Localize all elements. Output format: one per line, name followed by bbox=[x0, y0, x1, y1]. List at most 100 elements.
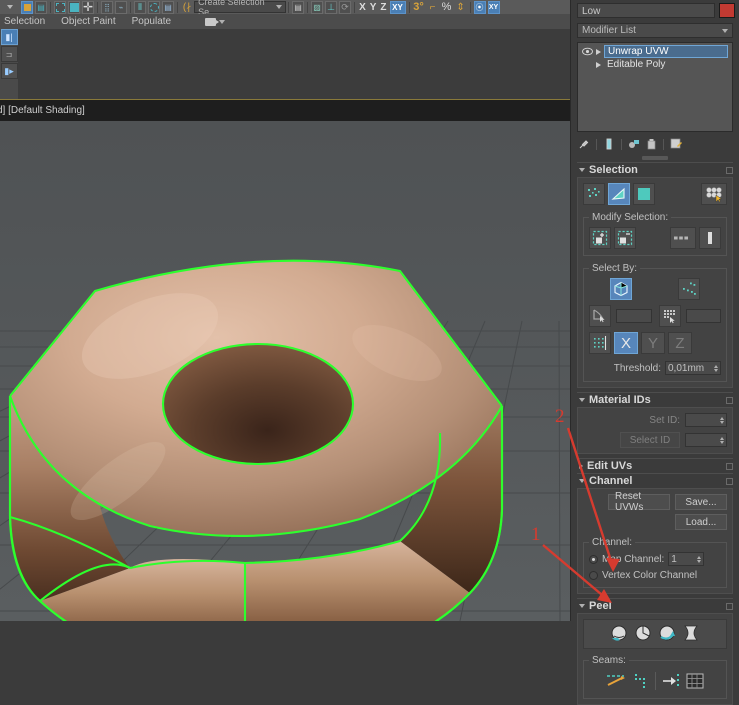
layer-manager-icon[interactable]: ▤ bbox=[162, 1, 174, 14]
rollout-peel-header[interactable]: Peel bbox=[577, 598, 733, 613]
xy-snap-toggle-icon[interactable]: XY bbox=[488, 1, 500, 14]
select-by-smoothing-group-icon[interactable] bbox=[659, 305, 681, 327]
edge-icon[interactable] bbox=[608, 183, 630, 205]
stack-item-editable-poly[interactable]: Editable Poly bbox=[580, 58, 730, 71]
remove-modifier-icon[interactable] bbox=[644, 137, 658, 151]
select-id-spinner[interactable] bbox=[685, 433, 727, 447]
modifier-stack[interactable]: Unwrap UVW Editable Poly bbox=[577, 42, 733, 132]
ring-selection-icon[interactable] bbox=[699, 227, 721, 249]
spinner-snap-icon[interactable]: ⌐ bbox=[427, 1, 439, 14]
stack-item-unwrap-uvw[interactable]: Unwrap UVW bbox=[580, 45, 730, 58]
viewport[interactable]: ▮| ⊐ ▮▸ d] [Default Shading] bbox=[0, 29, 570, 621]
planar-angle-icon[interactable] bbox=[589, 332, 611, 354]
angle-snap-icon[interactable]: ⌁ bbox=[115, 1, 127, 14]
panel-drag-handle[interactable] bbox=[642, 156, 668, 160]
select-by-element-icon[interactable] bbox=[701, 183, 727, 205]
render-production-icon[interactable]: ⟳ bbox=[339, 1, 351, 14]
selection-set-combo[interactable]: Create Selection Se bbox=[194, 1, 286, 13]
edge-sel-to-seams-icon[interactable] bbox=[605, 670, 627, 692]
mirror-icon[interactable]: ⫴ bbox=[134, 1, 146, 14]
eye-icon[interactable] bbox=[582, 47, 593, 56]
face-icon[interactable] bbox=[633, 183, 655, 205]
paint-deform-icon[interactable]: ▮▸ bbox=[1, 63, 18, 79]
select-by-name-icon[interactable]: ▤ bbox=[35, 1, 47, 14]
reset-uvws-button[interactable]: Reset UVWs bbox=[608, 494, 670, 510]
material-editor-icon[interactable]: ▤ bbox=[292, 1, 304, 14]
rollout-pin-icon[interactable] bbox=[726, 397, 733, 404]
donut-model[interactable] bbox=[0, 121, 570, 621]
rollout-pin-icon[interactable] bbox=[726, 167, 733, 174]
rectangular-select-region-icon[interactable] bbox=[54, 1, 66, 14]
viewport-3d-scene[interactable] bbox=[0, 121, 570, 621]
menu-item-selection[interactable]: Selection bbox=[0, 16, 53, 27]
rollout-selection-header[interactable]: Selection bbox=[577, 162, 733, 177]
pelt-map-icon[interactable] bbox=[656, 623, 678, 645]
constrain-y-button[interactable]: Y bbox=[368, 2, 379, 13]
loop-selection-icon[interactable] bbox=[670, 227, 696, 249]
map-channel-radio[interactable] bbox=[589, 555, 598, 564]
select-id-button[interactable]: Select ID bbox=[620, 432, 680, 448]
vertex-color-radio[interactable] bbox=[589, 571, 598, 580]
seams-from-mat-id-icon[interactable] bbox=[684, 670, 706, 692]
shrink-selection-icon[interactable] bbox=[614, 227, 636, 249]
constrain-xy-button[interactable]: XY bbox=[390, 1, 406, 14]
rollout-pin-icon[interactable] bbox=[726, 478, 733, 485]
freeform-icon[interactable]: ⊐ bbox=[1, 46, 18, 62]
undo-dropdown-icon[interactable] bbox=[1, 1, 19, 14]
rollout-pin-icon[interactable] bbox=[726, 463, 733, 470]
spinner-arrows-icon[interactable] bbox=[720, 417, 724, 424]
select-by-angle-value[interactable] bbox=[616, 309, 652, 323]
window-crossing-icon[interactable] bbox=[68, 1, 80, 14]
percent-snap-icon[interactable]: % bbox=[441, 1, 453, 14]
move-gizmo-icon[interactable]: ▮| bbox=[1, 29, 18, 45]
rollout-channel-header[interactable]: Channel bbox=[577, 473, 733, 488]
constrain-x-button[interactable]: X bbox=[357, 2, 368, 13]
render-setup-icon[interactable]: ▨ bbox=[311, 1, 323, 14]
load-button[interactable]: Load... bbox=[675, 514, 727, 530]
viewport-camera-menu[interactable] bbox=[205, 18, 225, 26]
pin-stack-icon[interactable] bbox=[577, 137, 591, 151]
make-unique-icon[interactable] bbox=[627, 137, 641, 151]
set-id-spinner[interactable] bbox=[685, 413, 727, 427]
select-by-smoothing-value[interactable] bbox=[686, 309, 722, 323]
object-name-field[interactable]: Low bbox=[577, 3, 715, 18]
peel-mode-icon[interactable] bbox=[632, 623, 654, 645]
quick-peel-icon[interactable] bbox=[608, 623, 630, 645]
expand-to-seams-icon[interactable] bbox=[659, 670, 681, 692]
spinner-arrows-icon[interactable] bbox=[697, 556, 701, 563]
point-to-point-seam-icon[interactable] bbox=[630, 670, 652, 692]
menu-item-populate[interactable]: Populate bbox=[124, 16, 179, 27]
rollout-pin-icon[interactable] bbox=[726, 603, 733, 610]
map-channel-spinner[interactable]: 1 bbox=[668, 552, 704, 566]
axis-z-button[interactable]: Z bbox=[668, 332, 692, 354]
grow-selection-icon[interactable] bbox=[589, 227, 611, 249]
vertex-icon[interactable] bbox=[583, 183, 605, 205]
select-by-element-3d-icon[interactable] bbox=[610, 278, 632, 300]
select-and-move-icon[interactable]: ✛ bbox=[82, 1, 94, 14]
edit-named-sel-icon[interactable]: ⦿ bbox=[474, 1, 486, 14]
rollout-material-ids-header[interactable]: Material IDs bbox=[577, 392, 733, 407]
menu-item-object-paint[interactable]: Object Paint bbox=[53, 16, 123, 27]
configure-modifier-sets-icon[interactable] bbox=[669, 137, 683, 151]
threshold-spinner[interactable]: 0,01mm bbox=[665, 361, 721, 375]
show-end-result-icon[interactable] bbox=[602, 137, 616, 151]
spinner-arrows-icon[interactable] bbox=[714, 365, 718, 372]
relax-icon[interactable] bbox=[680, 623, 702, 645]
angle-snap-toggle-icon[interactable]: 3° bbox=[413, 1, 425, 14]
axis-x-button[interactable]: X bbox=[614, 332, 638, 354]
axis-y-button[interactable]: Y bbox=[641, 332, 665, 354]
select-object-icon[interactable] bbox=[21, 1, 33, 14]
save-button[interactable]: Save... bbox=[675, 494, 727, 510]
curve-editor-icon[interactable]: (∤ bbox=[181, 1, 193, 14]
spinner-arrows-icon[interactable] bbox=[720, 437, 724, 444]
object-color-swatch[interactable] bbox=[719, 3, 735, 18]
select-by-angle-icon[interactable] bbox=[589, 305, 611, 327]
rollout-edit-uvs-header[interactable]: Edit UVs bbox=[577, 458, 733, 473]
expand-arrow-icon[interactable] bbox=[596, 62, 601, 68]
align-icon[interactable] bbox=[148, 1, 160, 14]
modifier-list-dropdown[interactable]: Modifier List bbox=[577, 23, 733, 38]
render-frame-icon[interactable]: ⊥ bbox=[325, 1, 337, 14]
constrain-z-button[interactable]: Z bbox=[378, 2, 388, 13]
snaps-toggle-icon[interactable]: ⣿ bbox=[101, 1, 113, 14]
select-by-polygon-icon[interactable] bbox=[678, 278, 700, 300]
